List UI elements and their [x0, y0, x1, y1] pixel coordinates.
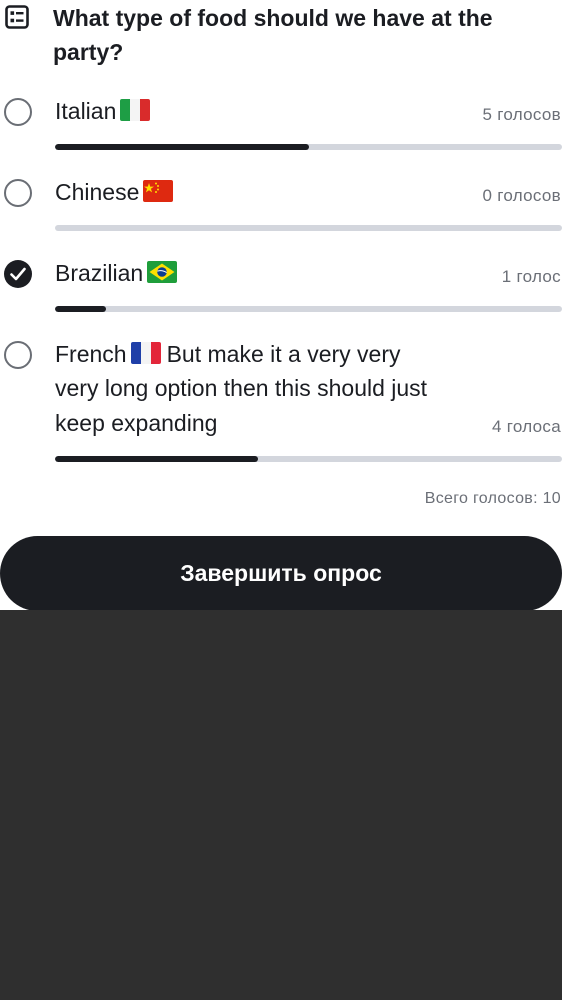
vote-progress-fill — [55, 456, 258, 462]
radio-button[interactable] — [4, 98, 32, 126]
vote-count: 0 голосов — [482, 186, 561, 205]
option-label-line-2: very long option then this should just — [55, 375, 428, 401]
vote-progress-track — [55, 144, 562, 150]
poll-list-icon — [5, 5, 29, 29]
china-flag-icon — [143, 180, 174, 202]
brazil-flag-icon — [147, 261, 178, 283]
checkmark-icon — [10, 267, 26, 281]
radio-button-checked[interactable] — [4, 260, 32, 288]
vote-progress-track — [55, 456, 562, 462]
poll-question: What type of food should we have at the … — [53, 5, 493, 65]
vote-progress-fill — [55, 306, 106, 312]
italy-flag-icon — [120, 99, 151, 121]
background-area — [0, 610, 562, 1000]
option-label-line-1: French But make it a very very — [55, 341, 401, 367]
end-poll-button[interactable]: Завершить опрос — [0, 536, 562, 611]
vote-count: 5 голосов — [482, 105, 561, 124]
option-label: Italian — [55, 94, 151, 128]
radio-button[interactable] — [4, 179, 32, 207]
vote-count: 1 голос — [501, 267, 561, 286]
poll-card: What type of food should we have at the … — [0, 0, 562, 611]
radio-button[interactable] — [4, 341, 32, 369]
vote-progress-track — [55, 306, 562, 312]
france-flag-icon — [130, 342, 161, 364]
option-label-line-3: keep expanding — [55, 410, 218, 436]
vote-count: 4 голоса — [491, 417, 561, 436]
vote-progress-track — [55, 225, 562, 231]
vote-progress-fill — [55, 144, 309, 150]
total-votes: Всего голосов: 10 — [424, 490, 561, 507]
option-label: Chinese — [55, 175, 174, 209]
option-label: Brazilian — [55, 256, 178, 290]
